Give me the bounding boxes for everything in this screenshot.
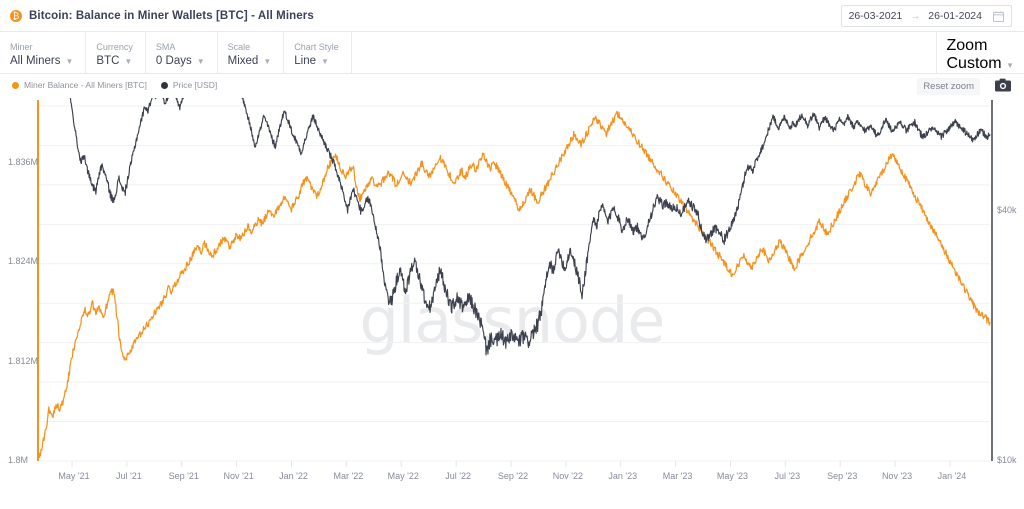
dropdown-sma[interactable]: SMA 0 Days ▼ [146,32,218,73]
x-axis-tick: Jan '24 [937,471,967,481]
chevron-down-icon[interactable]: ▼ [263,54,271,69]
x-axis-tick: May '21 [58,471,90,481]
x-axis-tick: May '22 [387,471,419,481]
dropdown-miner-label: Miner [10,42,33,52]
chevron-down-icon[interactable]: ▼ [124,54,132,69]
chevron-down-icon[interactable]: ▼ [321,54,329,69]
chevron-down-icon[interactable]: ▼ [197,54,205,69]
dropdown-chart-style-value[interactable]: Line [294,54,316,69]
x-axis-tick: Nov '23 [881,471,913,481]
date-arrow-icon: → [910,10,921,22]
x-axis-tick: Jul '23 [774,471,801,481]
date-end[interactable]: 26-01-2024 [928,10,982,22]
bitcoin-icon [10,9,22,22]
y-axis-right-tick: $40k [997,204,1017,215]
y-axis-left-tick: 1.812M [8,355,39,366]
dropdown-miner[interactable]: Miner All Miners ▼ [0,32,87,73]
legend-label-price: Price [USD] [172,80,218,90]
camera-icon[interactable] [994,77,1012,93]
chevron-down-icon[interactable]: ▼ [65,54,73,69]
x-axis-tick: Mar '22 [333,471,364,481]
y-axis-left-tick: 1.836M [8,156,39,167]
chevron-down-icon[interactable]: ▼ [1006,61,1014,70]
x-axis-tick: Nov '22 [552,471,583,481]
dropdown-miner-value[interactable]: All Miners [10,54,60,69]
legend-item-price[interactable]: Price [USD] [160,80,218,90]
x-axis-tick: Sep '23 [827,471,858,481]
date-start[interactable]: 26-03-2021 [849,10,903,22]
legend-dot-balance [12,81,19,89]
legend-label-balance: Miner Balance - All Miners [BTC] [24,80,147,90]
chart-plot[interactable] [0,98,1024,509]
legend-dot-price [160,81,168,89]
dropdown-chart-style[interactable]: Chart Style Line ▼ [284,32,352,73]
x-axis-tick: Sep '21 [168,471,199,481]
dropdown-scale[interactable]: Scale Mixed ▼ [218,32,285,73]
x-axis-tick: Mar '23 [662,471,693,481]
dropdown-scale-label: Scale [227,42,251,52]
dropdown-currency-label: Currency [96,42,133,52]
y-axis-left-tick: 1.8M [8,455,29,465]
x-axis-tick: Sep '22 [497,471,529,481]
dropdown-chart-style-label: Chart Style [294,42,339,52]
dropdown-zoom-label: Zoom [946,37,988,54]
title-wrap: Bitcoin: Balance in Miner Wallets [BTC] … [0,9,314,22]
dropdown-zoom-value[interactable]: Custom [947,55,1002,72]
x-axis-tick: Jul '22 [445,471,471,481]
toolbar-spacer [352,32,937,73]
page-title: Bitcoin: Balance in Miner Wallets [BTC] … [29,9,314,22]
dropdown-currency[interactable]: Currency BTC ▼ [86,32,146,73]
calendar-icon[interactable] [993,10,1004,22]
date-range-picker[interactable]: 26-03-2021 → 26-01-2024 [840,5,1012,27]
y-axis-left-tick: 1.824M [8,256,39,267]
toolbar: Miner All Miners ▼ Currency BTC ▼ SMA 0 … [0,32,1024,74]
x-axis-tick: Jan '23 [608,471,638,481]
dropdown-zoom[interactable]: Zoom Custom ▼ [937,32,1024,73]
x-axis-tick: Nov '21 [223,471,254,481]
legend-bar: Miner Balance - All Miners [BTC] Price [… [0,74,1024,98]
x-axis-tick: Jul '21 [116,471,142,481]
y-axis-right-tick: $10k [997,455,1017,465]
header: Bitcoin: Balance in Miner Wallets [BTC] … [0,0,1024,32]
legend: Miner Balance - All Miners [BTC] Price [… [0,74,1024,90]
reset-zoom-button[interactable]: Reset zoom [917,78,980,95]
dropdown-currency-value[interactable]: BTC [96,54,119,69]
legend-item-balance[interactable]: Miner Balance - All Miners [BTC] [12,80,147,90]
x-axis-tick: May '23 [716,471,749,481]
chart-area[interactable]: glassnode 1.8M 1.812M 1.824M 1.836M $10k $40k… [0,98,1024,509]
dropdown-sma-value[interactable]: 0 Days [156,54,192,69]
dropdown-sma-label: SMA [155,42,176,52]
dropdown-scale-value[interactable]: Mixed [228,54,259,69]
glassnode-chart-app: Bitcoin: Balance in Miner Wallets [BTC] … [0,0,1024,509]
x-axis-tick: Jan '22 [279,471,308,481]
